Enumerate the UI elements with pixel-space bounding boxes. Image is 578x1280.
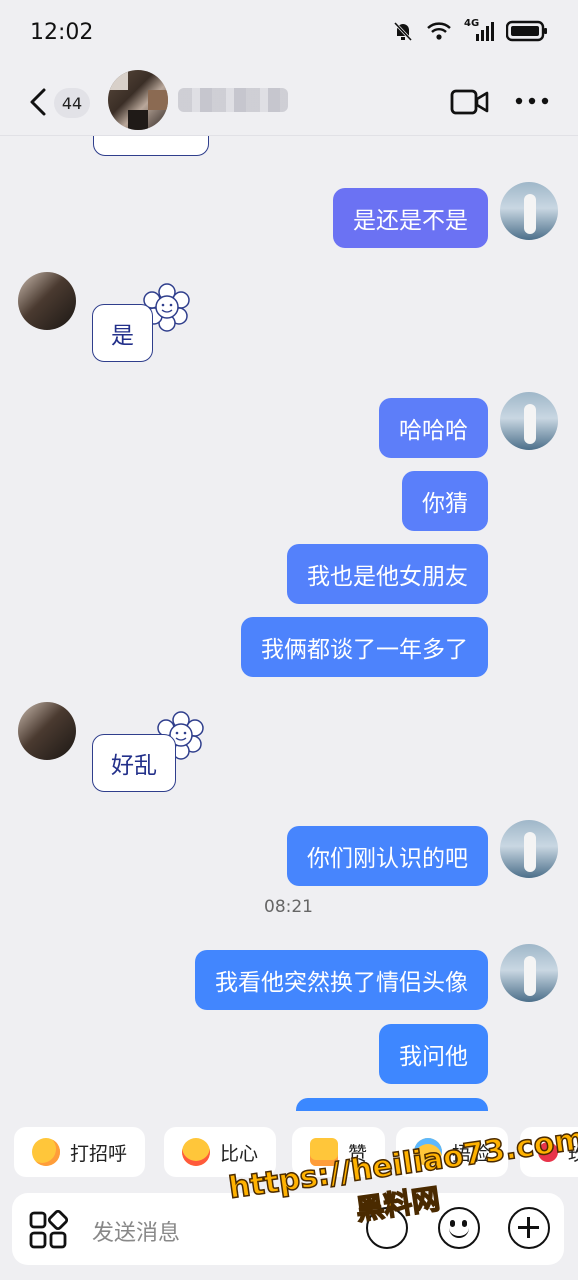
quick-reply-chip[interactable]: 打招呼 [14, 1127, 146, 1177]
my-avatar[interactable] [500, 182, 558, 240]
wifi-icon [427, 22, 451, 40]
quick-reply-label: 比心 [220, 1142, 259, 1165]
signal-icon: 4G [464, 18, 494, 42]
contact-avatar[interactable] [18, 272, 76, 330]
contact-name-blurred[interactable] [178, 88, 288, 112]
message-bubble-sent[interactable]: 是还是不是 [333, 188, 488, 248]
my-avatar[interactable] [500, 392, 558, 450]
contact-avatar[interactable] [18, 702, 76, 760]
message-bubble-sent[interactable]: 你们刚认识的吧 [287, 826, 488, 886]
message-bubble-received[interactable]: 是 [92, 304, 153, 362]
status-time: 12:02 [30, 20, 94, 45]
chat-message-list[interactable]: 是还是不是 是 哈哈哈 你猜 我也是他女朋友 我俩都谈了一年多了 好乱 你们刚认… [0, 136, 578, 1111]
message-bubble-sent[interactable]: 我俩都谈了一年多了 [241, 617, 488, 677]
video-call-icon[interactable] [450, 88, 490, 116]
finger-heart-icon [182, 1138, 210, 1166]
message-bubble-received[interactable]: 好乱 [92, 734, 176, 792]
quick-reply-label: 打招呼 [70, 1142, 128, 1165]
status-icons: 4G [392, 18, 548, 42]
message-input-placeholder[interactable]: 发送消息 [92, 1215, 180, 1247]
unread-count-badge[interactable]: 44 [54, 88, 90, 118]
message-bubble-sent[interactable]: 我也是他女朋友 [287, 544, 488, 604]
mute-bell-icon [393, 21, 413, 42]
smile-face-icon [32, 1138, 60, 1166]
status-bar: 12:02 4G [0, 0, 578, 70]
battery-icon [506, 20, 547, 42]
apps-grid-icon[interactable] [28, 1210, 68, 1250]
partial-message-bubble [93, 136, 209, 156]
message-bubble-sent[interactable]: 哈哈哈 [379, 398, 488, 458]
chat-header: 44 [0, 70, 578, 136]
message-bubble-sent[interactable]: 我看他突然换了情侣头像 [195, 950, 488, 1010]
message-bubble-sent[interactable]: 你猜 [402, 471, 488, 531]
my-avatar[interactable] [500, 944, 558, 1002]
more-options-icon[interactable] [514, 96, 550, 106]
back-arrow-icon[interactable] [26, 86, 52, 118]
message-bubble-sent[interactable]: 我问他 [379, 1024, 488, 1084]
my-avatar[interactable] [500, 820, 558, 878]
partial-message-bubble [296, 1098, 488, 1111]
message-timestamp: 08:21 [264, 897, 313, 917]
contact-avatar[interactable] [108, 70, 168, 130]
